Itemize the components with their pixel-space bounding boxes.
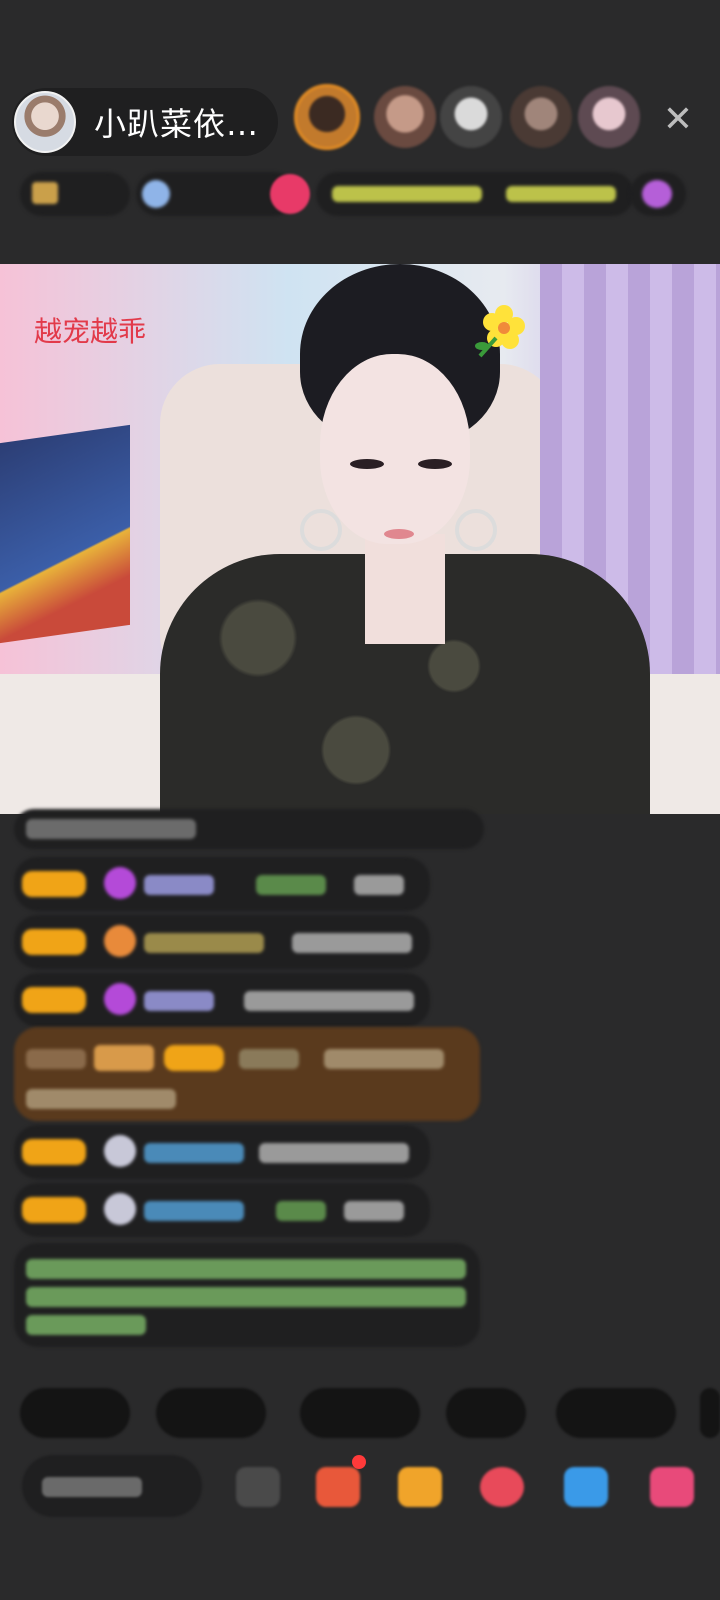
chat-message[interactable]: [14, 915, 430, 969]
chat-message[interactable]: [14, 1125, 430, 1179]
quick-reply-row: [0, 1388, 720, 1438]
chat-message[interactable]: [14, 857, 430, 911]
top-viewer-avatar[interactable]: [294, 84, 360, 150]
live-room-header: 小趴菜依… ✕: [0, 80, 720, 230]
quick-reply-button[interactable]: [446, 1388, 526, 1438]
rank-chip[interactable]: [20, 172, 130, 216]
red-badge-icon[interactable]: [270, 174, 310, 214]
streamer-eye: [418, 459, 452, 469]
live-video[interactable]: 越宠越乖: [0, 264, 720, 814]
quick-reply-button[interactable]: [20, 1388, 130, 1438]
streamer-face: [320, 354, 470, 544]
host-avatar[interactable]: [14, 91, 76, 153]
host-profile-pill[interactable]: 小趴菜依…: [12, 88, 278, 156]
flower-sticker-icon: [475, 305, 525, 358]
viewer-avatar[interactable]: [440, 86, 502, 148]
streamer-eye: [350, 459, 384, 469]
gift-box-icon[interactable]: [316, 1467, 360, 1507]
quick-reply-button[interactable]: [700, 1388, 720, 1438]
comment-input[interactable]: [22, 1455, 202, 1517]
system-notice: [14, 1243, 480, 1347]
chat-message[interactable]: [14, 1183, 430, 1237]
stream-caption: 越宠越乖: [34, 315, 147, 348]
game-icon[interactable]: [564, 1467, 608, 1507]
gift-message[interactable]: [14, 1027, 480, 1121]
quick-reply-button[interactable]: [556, 1388, 676, 1438]
host-name[interactable]: 小趴菜依…: [94, 99, 259, 145]
chat-message[interactable]: [14, 809, 484, 849]
notification-dot: [352, 1455, 366, 1469]
earring: [300, 509, 342, 551]
wall-painting: [0, 424, 130, 644]
chat-message[interactable]: [14, 973, 430, 1027]
more-apps-icon[interactable]: [650, 1467, 694, 1507]
viewer-avatar[interactable]: [578, 86, 640, 148]
streamer-lips: [384, 529, 414, 539]
heart-icon[interactable]: [480, 1467, 524, 1507]
earring: [455, 509, 497, 551]
viewer-avatar[interactable]: [510, 86, 572, 148]
notice-chip[interactable]: [316, 172, 634, 216]
close-icon[interactable]: ✕: [660, 102, 696, 138]
more-chip[interactable]: [630, 172, 686, 216]
streamer-neck: [365, 534, 445, 644]
room-info-row: [20, 172, 700, 216]
emoji-icon[interactable]: [236, 1467, 280, 1507]
red-packet-icon[interactable]: [398, 1467, 442, 1507]
quick-reply-button[interactable]: [300, 1388, 420, 1438]
viewer-avatar[interactable]: [374, 86, 436, 148]
quick-reply-button[interactable]: [156, 1388, 266, 1438]
bottom-toolbar: [0, 1455, 720, 1535]
